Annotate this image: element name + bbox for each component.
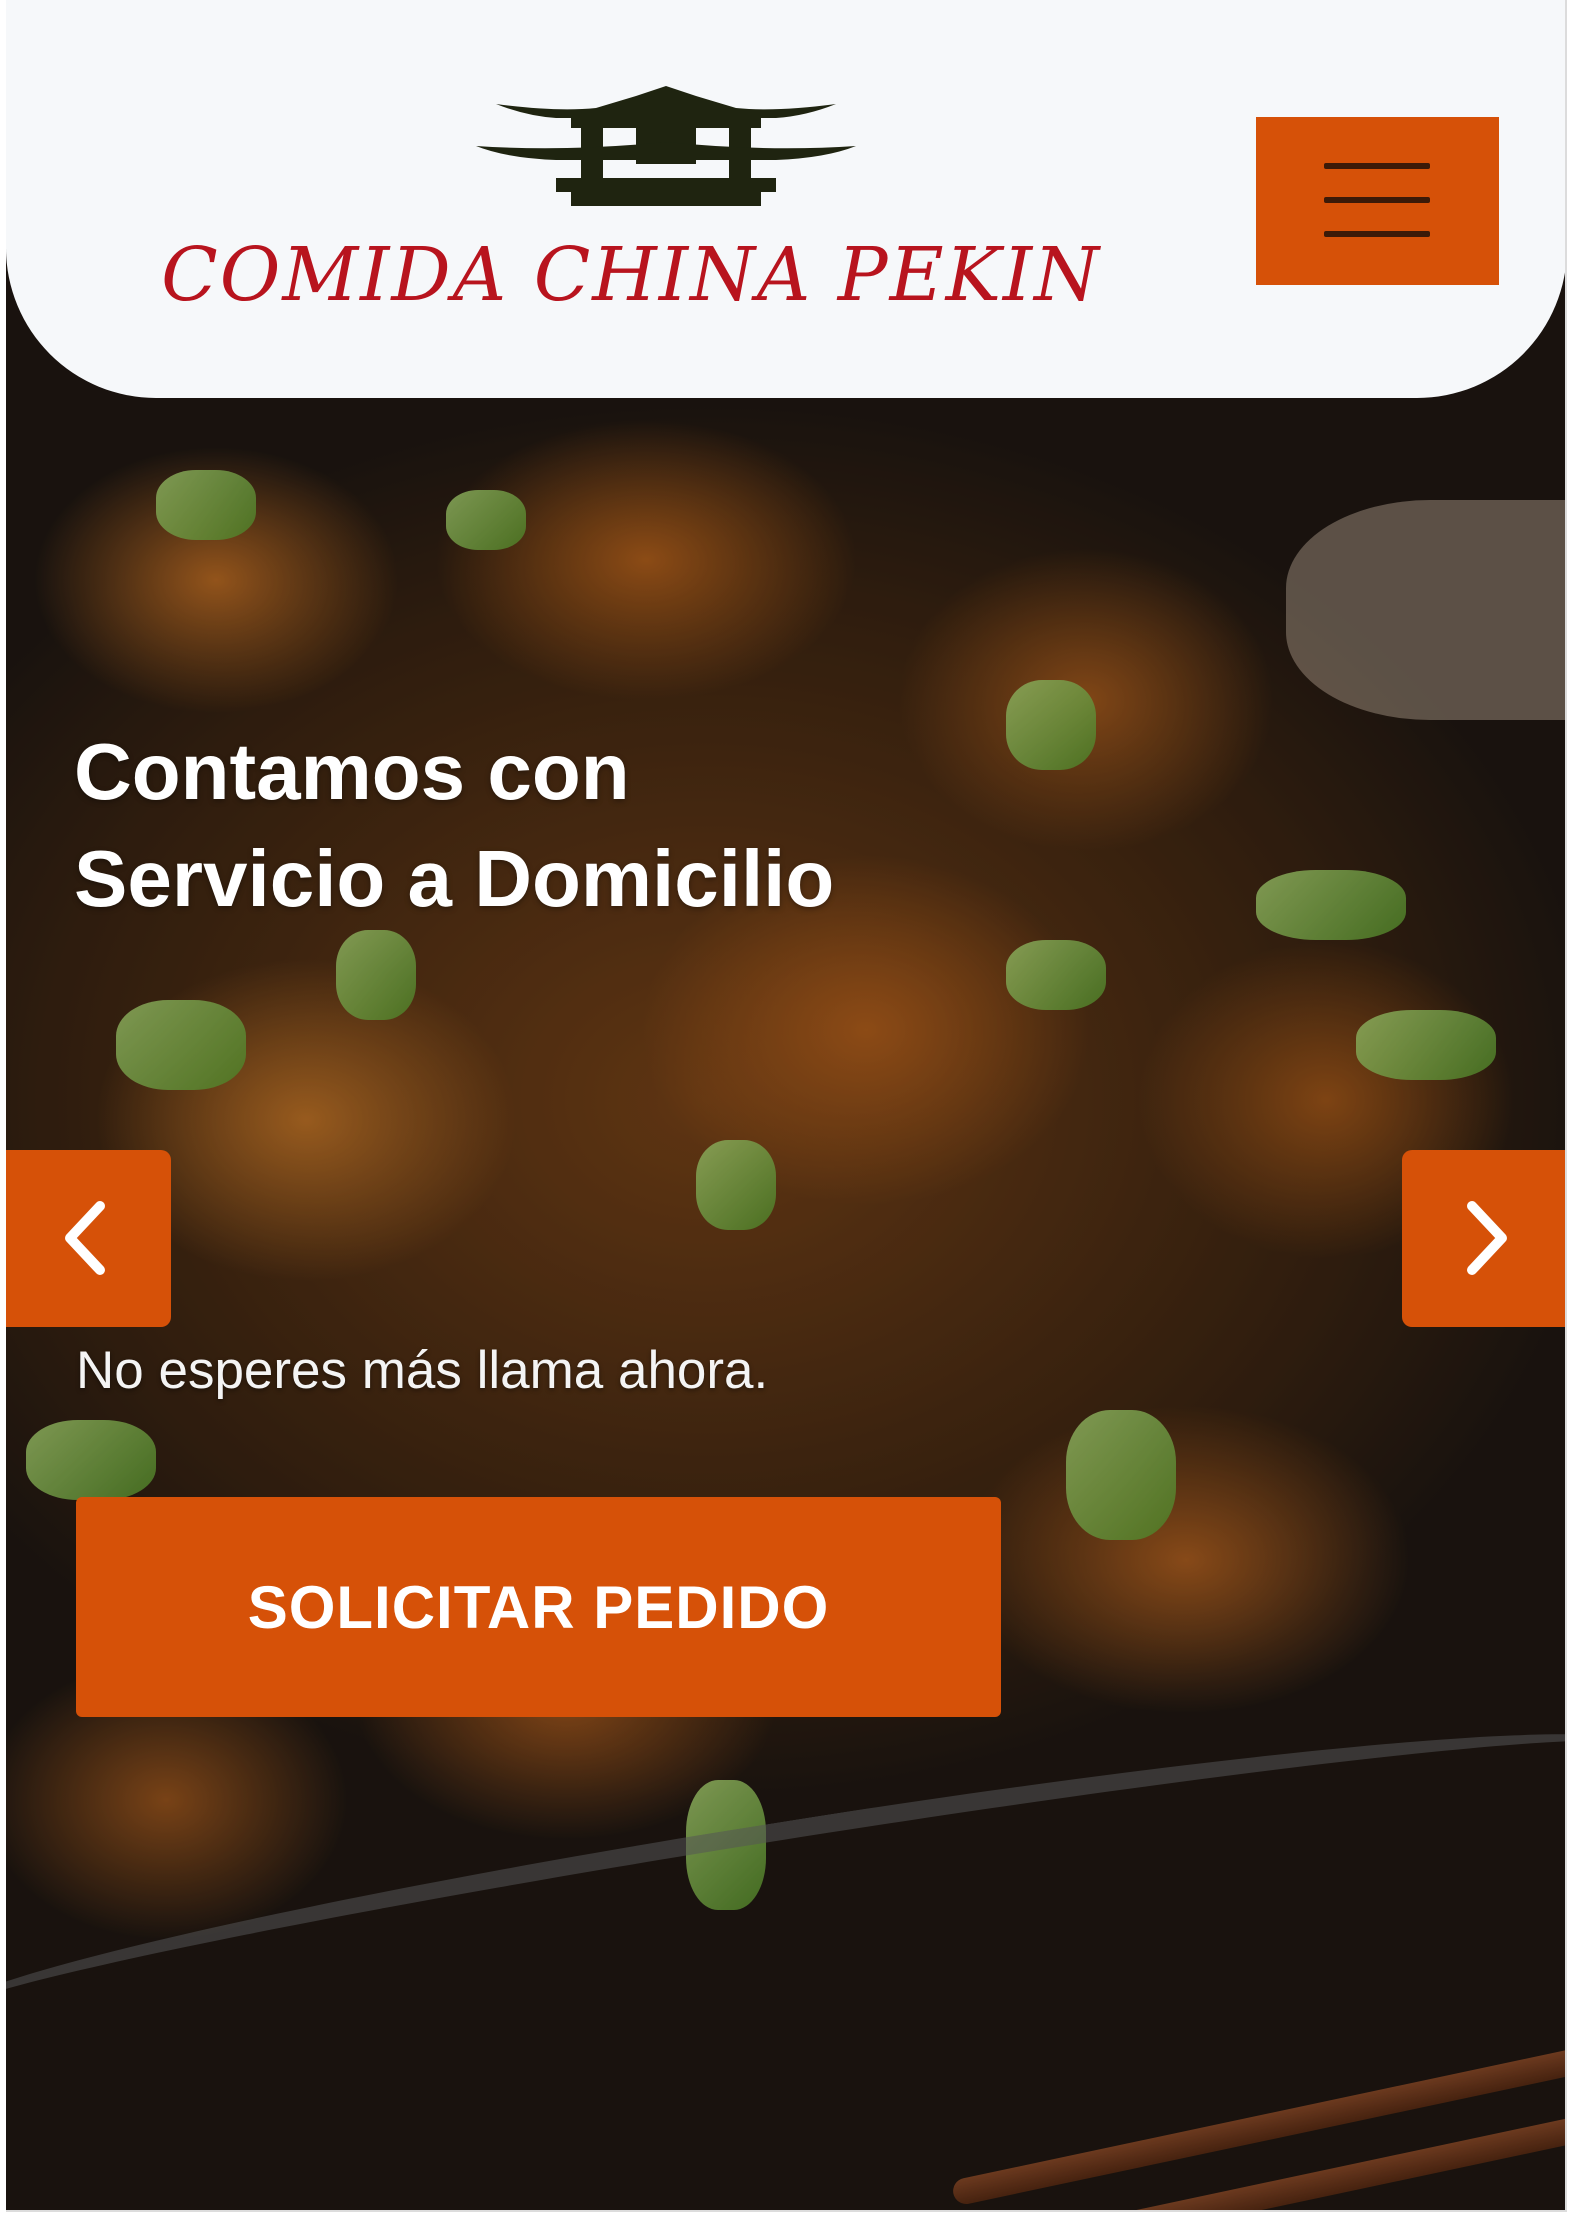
carousel-prev-button[interactable] <box>6 1150 171 1327</box>
carousel-next-button[interactable] <box>1402 1150 1565 1327</box>
menu-bar <box>1324 163 1430 169</box>
menu-bar <box>1324 197 1430 203</box>
brand-name: COMIDA CHINA PEKIN <box>161 232 1101 318</box>
headline-line: Servicio a Domicilio <box>74 834 835 923</box>
hamburger-menu-button[interactable] <box>1256 117 1499 285</box>
chevron-right-icon <box>1467 1201 1507 1275</box>
hero-subtext: No esperes más llama ahora. <box>76 1341 769 1400</box>
pagoda-icon <box>476 86 856 206</box>
order-button[interactable]: SOLICITAR PEDIDO <box>76 1497 1001 1717</box>
page: COMIDA CHINA PEKIN Contamos con Servicio… <box>6 0 1567 2212</box>
site-header: COMIDA CHINA PEKIN <box>6 0 1565 398</box>
menu-bar <box>1324 231 1430 237</box>
chevron-left-icon <box>65 1201 105 1275</box>
hero-headline: Contamos con Servicio a Domicilio <box>74 718 1074 932</box>
brand-logo[interactable]: COMIDA CHINA PEKIN <box>66 72 1196 332</box>
headline-line: Contamos con <box>74 727 630 816</box>
